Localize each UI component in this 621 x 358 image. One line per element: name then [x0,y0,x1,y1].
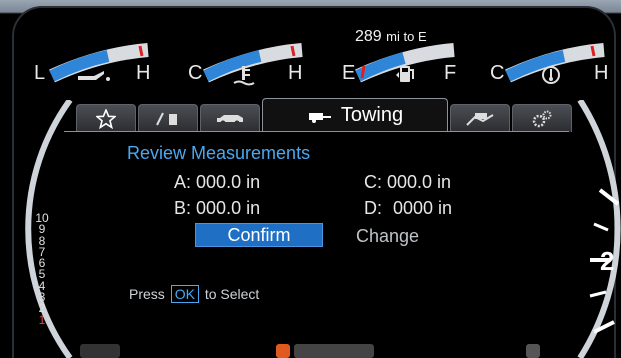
trailer-towing-icon [308,112,331,123]
range-value: 289 [355,28,382,45]
speed-number: 2 [600,246,615,276]
scale-mark-red: 1 [38,312,46,327]
gear-letters [294,344,374,358]
confirm-button[interactable]: Confirm [195,223,323,247]
measurement-c: C: 000.0 in [364,172,451,193]
tab-vehicle[interactable] [200,104,260,132]
tab-towing-label: Towing [340,104,404,126]
right-speedometer-dial [577,100,621,358]
ok-key-hint: OK [170,285,199,303]
oil-can-icon [78,71,110,81]
measurement-d: D: 0000 in [364,198,452,219]
gauge-high-label: F [444,62,457,84]
screen-title: Review Measurements [127,143,311,163]
fuel-pump-icon [396,66,414,82]
transmission-temp-icon [542,66,560,84]
measurement-a-label: A: [174,172,192,192]
gear-indicator-strip [80,344,620,358]
tachometer-scale: 10 9 8 7 6 5 4 3 2 1 [35,212,49,327]
gauge-low-label: E [342,62,356,84]
offroad-icon [466,112,494,126]
hint-press-text: Press [129,286,165,302]
select-hint: Press OK to Select [129,285,259,303]
tab-fuel-economy[interactable] [138,104,198,132]
measurement-c-label: C: [364,172,382,192]
tab-settings[interactable] [512,104,572,132]
park-indicator [276,344,290,358]
instrument-cluster: 2 L H C H E F C H 289 mi to E Towing Rev… [0,0,621,358]
range-to-empty: 289 mi to E [355,28,427,46]
hint-rest-text: to Select [204,286,260,302]
coolant-temp-gauge: C H [188,36,318,90]
transmission-temp-gauge: C H [490,36,620,90]
gauge-high-label: H [594,62,609,84]
status-segment [80,344,120,358]
gauge-low-label: C [188,62,203,84]
gauge-high-label: H [288,62,303,84]
measurement-c-value: 000.0 in [387,172,452,192]
measurement-a: A: 000.0 in [174,172,260,193]
range-unit: mi to E [386,29,427,44]
measurement-d-value: 0000 in [393,198,453,218]
settings-gears-icon [532,110,552,127]
gauge-low-label: L [34,62,46,84]
fuel-economy-icon [156,112,177,125]
coolant-temp-icon [233,66,255,86]
gauge-low-label: C [490,62,505,84]
measurement-b: B: 000.0 in [174,198,260,219]
status-segment [526,344,540,358]
measurement-b-value: 000.0 in [196,198,261,218]
menu-tab-bar: Towing [76,98,572,132]
change-button[interactable]: Change [356,226,419,247]
measurement-b-label: B: [174,198,192,218]
oil-pressure-gauge: L H [30,36,160,90]
vehicle-icon [217,114,243,125]
tab-towing[interactable]: Towing [262,98,448,132]
tab-offroad[interactable] [450,104,510,132]
measurement-a-value: 000.0 in [196,172,261,192]
tab-favorites[interactable] [76,104,136,132]
gauge-high-label: H [136,62,151,84]
measurement-d-label: D: [364,198,382,218]
star-icon [96,108,116,129]
